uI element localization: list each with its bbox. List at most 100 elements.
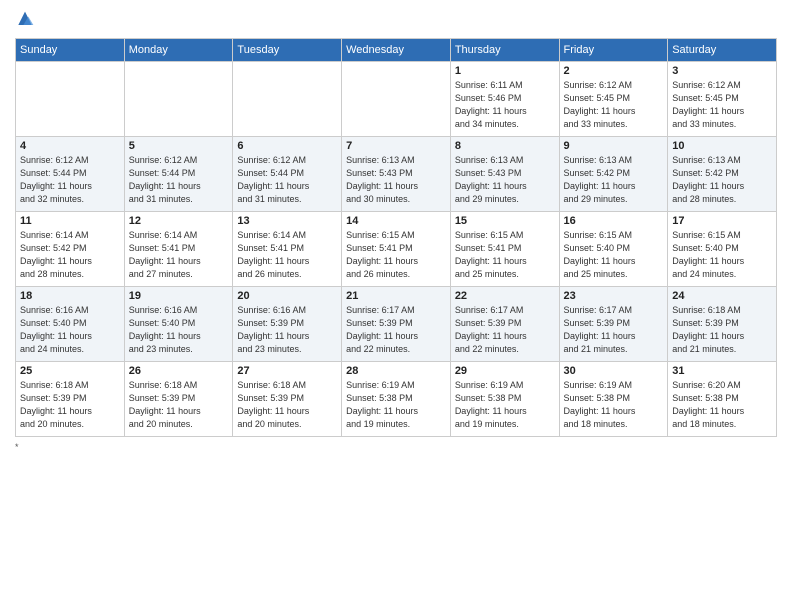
calendar-week-row: 4 Sunrise: 6:12 AM Sunset: 5:44 PM Daylig… xyxy=(16,137,777,212)
day-number: 15 xyxy=(455,215,555,227)
calendar-cell: 5 Sunrise: 6:12 AM Sunset: 5:44 PM Daylig… xyxy=(124,137,233,212)
calendar-cell: 3Sunrise: 6:12 AM Sunset: 5:45 PM Daylig… xyxy=(668,62,777,137)
calendar-cell xyxy=(342,62,451,137)
calendar-cell: 10Sunrise: 6:13 AM Sunset: 5:42 PM Dayli… xyxy=(668,137,777,212)
calendar-cell: 4 Sunrise: 6:12 AM Sunset: 5:44 PM Daylig… xyxy=(16,137,125,212)
calendar-cell: 21 Sunrise: 6:17 AM Sunset: 5:39 PM Dayli… xyxy=(342,287,451,362)
day-number: 26 xyxy=(129,365,229,377)
day-number: 21 xyxy=(346,290,446,302)
day-info: Sunrise: 6:12 AM Sunset: 5:44 PM Dayligh… xyxy=(129,154,229,206)
day-number: 2 xyxy=(564,65,664,77)
day-of-week-header: Monday xyxy=(124,39,233,62)
calendar-cell: 11 Sunrise: 6:14 AM Sunset: 5:42 PM Dayli… xyxy=(16,212,125,287)
day-of-week-header: Wednesday xyxy=(342,39,451,62)
day-number: 6 xyxy=(237,140,337,152)
day-info: Sunrise: 6:11 AM Sunset: 5:46 PM Dayligh… xyxy=(455,79,555,131)
day-number: 28 xyxy=(346,365,446,377)
day-info: Sunrise: 6:16 AM Sunset: 5:40 PM Dayligh… xyxy=(129,304,229,356)
calendar-cell: 2 Sunrise: 6:12 AM Sunset: 5:45 PM Daylig… xyxy=(559,62,668,137)
calendar-cell: 26 Sunrise: 6:18 AM Sunset: 5:39 PM Dayli… xyxy=(124,362,233,437)
calendar-cell: 9 Sunrise: 6:13 AM Sunset: 5:42 PM Daylig… xyxy=(559,137,668,212)
day-number: 10 xyxy=(672,140,772,152)
day-number: 23 xyxy=(564,290,664,302)
calendar-cell: 6Sunrise: 6:12 AM Sunset: 5:44 PM Daylig… xyxy=(233,137,342,212)
footer: * xyxy=(15,442,777,452)
day-number: 3 xyxy=(672,65,772,77)
day-info: Sunrise: 6:17 AM Sunset: 5:39 PM Dayligh… xyxy=(346,304,446,356)
calendar-week-row: 25 Sunrise: 6:18 AM Sunset: 5:39 PM Dayli… xyxy=(16,362,777,437)
day-info: Sunrise: 6:15 AM Sunset: 5:40 PM Dayligh… xyxy=(672,229,772,281)
day-number: 4 xyxy=(20,140,120,152)
day-info: Sunrise: 6:15 AM Sunset: 5:41 PM Dayligh… xyxy=(455,229,555,281)
day-info: Sunrise: 6:19 AM Sunset: 5:38 PM Dayligh… xyxy=(564,379,664,431)
day-number: 17 xyxy=(672,215,772,227)
day-number: 5 xyxy=(129,140,229,152)
day-number: 9 xyxy=(564,140,664,152)
calendar-cell: 25 Sunrise: 6:18 AM Sunset: 5:39 PM Dayli… xyxy=(16,362,125,437)
day-info: Sunrise: 6:14 AM Sunset: 5:41 PM Dayligh… xyxy=(129,229,229,281)
day-info: Sunrise: 6:17 AM Sunset: 5:39 PM Dayligh… xyxy=(564,304,664,356)
day-info: Sunrise: 6:17 AM Sunset: 5:39 PM Dayligh… xyxy=(455,304,555,356)
calendar-cell: 13Sunrise: 6:14 AM Sunset: 5:41 PM Dayli… xyxy=(233,212,342,287)
calendar-week-row: 1 Sunrise: 6:11 AM Sunset: 5:46 PM Daylig… xyxy=(16,62,777,137)
day-info: Sunrise: 6:16 AM Sunset: 5:39 PM Dayligh… xyxy=(237,304,337,356)
day-number: 25 xyxy=(20,365,120,377)
calendar-cell xyxy=(124,62,233,137)
calendar-cell: 23 Sunrise: 6:17 AM Sunset: 5:39 PM Dayli… xyxy=(559,287,668,362)
day-info: Sunrise: 6:12 AM Sunset: 5:45 PM Dayligh… xyxy=(564,79,664,131)
calendar-cell: 15 Sunrise: 6:15 AM Sunset: 5:41 PM Dayli… xyxy=(450,212,559,287)
day-number: 20 xyxy=(237,290,337,302)
day-number: 27 xyxy=(237,365,337,377)
calendar-cell: 18 Sunrise: 6:16 AM Sunset: 5:40 PM Dayli… xyxy=(16,287,125,362)
calendar-cell xyxy=(16,62,125,137)
day-number: 19 xyxy=(129,290,229,302)
day-info: Sunrise: 6:18 AM Sunset: 5:39 PM Dayligh… xyxy=(129,379,229,431)
day-info: Sunrise: 6:19 AM Sunset: 5:38 PM Dayligh… xyxy=(346,379,446,431)
day-number: 11 xyxy=(20,215,120,227)
day-number: 7 xyxy=(346,140,446,152)
day-info: Sunrise: 6:18 AM Sunset: 5:39 PM Dayligh… xyxy=(20,379,120,431)
day-info: Sunrise: 6:15 AM Sunset: 5:41 PM Dayligh… xyxy=(346,229,446,281)
day-number: 22 xyxy=(455,290,555,302)
calendar-cell: 30Sunrise: 6:19 AM Sunset: 5:38 PM Dayli… xyxy=(559,362,668,437)
day-number: 1 xyxy=(455,65,555,77)
calendar-cell: 14 Sunrise: 6:15 AM Sunset: 5:41 PM Dayli… xyxy=(342,212,451,287)
day-number: 13 xyxy=(237,215,337,227)
calendar-week-row: 18 Sunrise: 6:16 AM Sunset: 5:40 PM Dayli… xyxy=(16,287,777,362)
calendar-cell: 7 Sunrise: 6:13 AM Sunset: 5:43 PM Daylig… xyxy=(342,137,451,212)
calendar-cell: 16Sunrise: 6:15 AM Sunset: 5:40 PM Dayli… xyxy=(559,212,668,287)
day-number: 14 xyxy=(346,215,446,227)
day-info: Sunrise: 6:15 AM Sunset: 5:40 PM Dayligh… xyxy=(564,229,664,281)
calendar-cell: 8 Sunrise: 6:13 AM Sunset: 5:43 PM Daylig… xyxy=(450,137,559,212)
header xyxy=(15,10,777,30)
calendar-cell: 19 Sunrise: 6:16 AM Sunset: 5:40 PM Dayli… xyxy=(124,287,233,362)
calendar-cell: 31 Sunrise: 6:20 AM Sunset: 5:38 PM Dayli… xyxy=(668,362,777,437)
day-number: 31 xyxy=(672,365,772,377)
day-of-week-header: Saturday xyxy=(668,39,777,62)
logo-icon xyxy=(15,10,35,30)
calendar-cell: 29 Sunrise: 6:19 AM Sunset: 5:38 PM Dayli… xyxy=(450,362,559,437)
day-info: Sunrise: 6:13 AM Sunset: 5:43 PM Dayligh… xyxy=(346,154,446,206)
day-info: Sunrise: 6:13 AM Sunset: 5:42 PM Dayligh… xyxy=(564,154,664,206)
day-number: 18 xyxy=(20,290,120,302)
day-info: Sunrise: 6:19 AM Sunset: 5:38 PM Dayligh… xyxy=(455,379,555,431)
calendar-header-row: SundayMondayTuesdayWednesdayThursdayFrid… xyxy=(16,39,777,62)
day-info: Sunrise: 6:16 AM Sunset: 5:40 PM Dayligh… xyxy=(20,304,120,356)
calendar-cell: 1 Sunrise: 6:11 AM Sunset: 5:46 PM Daylig… xyxy=(450,62,559,137)
day-info: Sunrise: 6:14 AM Sunset: 5:42 PM Dayligh… xyxy=(20,229,120,281)
day-info: Sunrise: 6:20 AM Sunset: 5:38 PM Dayligh… xyxy=(672,379,772,431)
calendar-cell: 20 Sunrise: 6:16 AM Sunset: 5:39 PM Dayli… xyxy=(233,287,342,362)
day-of-week-header: Friday xyxy=(559,39,668,62)
day-of-week-header: Tuesday xyxy=(233,39,342,62)
day-number: 12 xyxy=(129,215,229,227)
day-info: Sunrise: 6:18 AM Sunset: 5:39 PM Dayligh… xyxy=(672,304,772,356)
calendar-cell xyxy=(233,62,342,137)
day-number: 24 xyxy=(672,290,772,302)
day-number: 8 xyxy=(455,140,555,152)
page: SundayMondayTuesdayWednesdayThursdayFrid… xyxy=(0,0,792,612)
calendar-cell: 27Sunrise: 6:18 AM Sunset: 5:39 PM Dayli… xyxy=(233,362,342,437)
day-number: 29 xyxy=(455,365,555,377)
calendar-table: SundayMondayTuesdayWednesdayThursdayFrid… xyxy=(15,38,777,437)
day-info: Sunrise: 6:12 AM Sunset: 5:44 PM Dayligh… xyxy=(20,154,120,206)
day-info: Sunrise: 6:13 AM Sunset: 5:43 PM Dayligh… xyxy=(455,154,555,206)
